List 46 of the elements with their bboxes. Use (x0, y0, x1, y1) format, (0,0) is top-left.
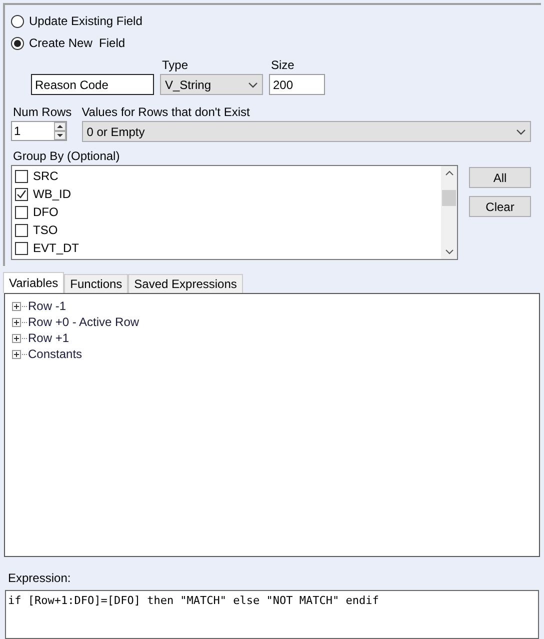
tree-node-label[interactable]: Row +1 (28, 329, 70, 347)
checkbox[interactable] (15, 206, 28, 218)
expression-input[interactable]: if [Row+1:DFO]=[DFO] then "MATCH" else "NOT MATCH" endif (5, 590, 539, 639)
spin-arrows-icon[interactable] (54, 122, 66, 140)
list-button[interactable]: Clear (469, 196, 531, 217)
plus-box-icon[interactable] (12, 334, 21, 342)
tree-node-label[interactable]: Row +0 - Active Row (28, 313, 140, 331)
missing-values-dropdown[interactable]: 0 or Empty (82, 121, 531, 142)
scroll-up-icon[interactable] (444, 170, 454, 176)
size-input[interactable]: 200 (269, 74, 325, 95)
missing-values-label: Values for Rows that don't Exist (82, 104, 251, 121)
scrollbar[interactable] (441, 166, 457, 259)
checkbox[interactable] (15, 188, 28, 200)
num-rows-spinner[interactable]: 1 (11, 121, 67, 141)
type-label: Type (162, 57, 190, 74)
radio-button[interactable] (11, 36, 24, 50)
radio-button[interactable] (11, 14, 24, 28)
tab[interactable]: Variables (3, 272, 64, 293)
list-item-label: TSO (33, 222, 58, 239)
list-item-label: SRC (33, 168, 58, 185)
checkbox[interactable] (15, 170, 28, 182)
tree-node-label[interactable]: Constants (28, 345, 82, 363)
expression-label: Expression: (8, 570, 72, 587)
scroll-thumb[interactable] (442, 190, 456, 206)
num-rows-label: Num Rows (13, 104, 72, 121)
type-dropdown[interactable]: V_String (160, 74, 263, 95)
chevron-down-icon (516, 128, 526, 134)
field-name-input[interactable]: Reason Code (31, 74, 154, 95)
list-item-label: EVT_DT (33, 240, 80, 257)
checkbox[interactable] (15, 242, 28, 254)
tree-node-label[interactable]: Row -1 (28, 297, 66, 315)
list-item-label: WB_ID (33, 186, 72, 203)
plus-box-icon[interactable] (12, 318, 21, 326)
group-by-label: Group By (Optional) (13, 148, 121, 165)
list-button[interactable]: All (469, 167, 531, 188)
tab[interactable]: Saved Expressions (128, 274, 243, 293)
size-label: Size (271, 57, 296, 74)
scroll-down-icon[interactable] (444, 249, 454, 255)
radio-label: Update Existing Field (29, 13, 142, 30)
radio-label: Create New Field (29, 35, 126, 52)
plus-box-icon[interactable] (12, 350, 21, 358)
checkbox[interactable] (15, 224, 28, 236)
tab[interactable]: Functions (64, 274, 128, 293)
plus-box-icon[interactable] (12, 302, 21, 310)
chevron-down-icon (248, 82, 258, 88)
list-item-label: DFO (33, 204, 58, 221)
